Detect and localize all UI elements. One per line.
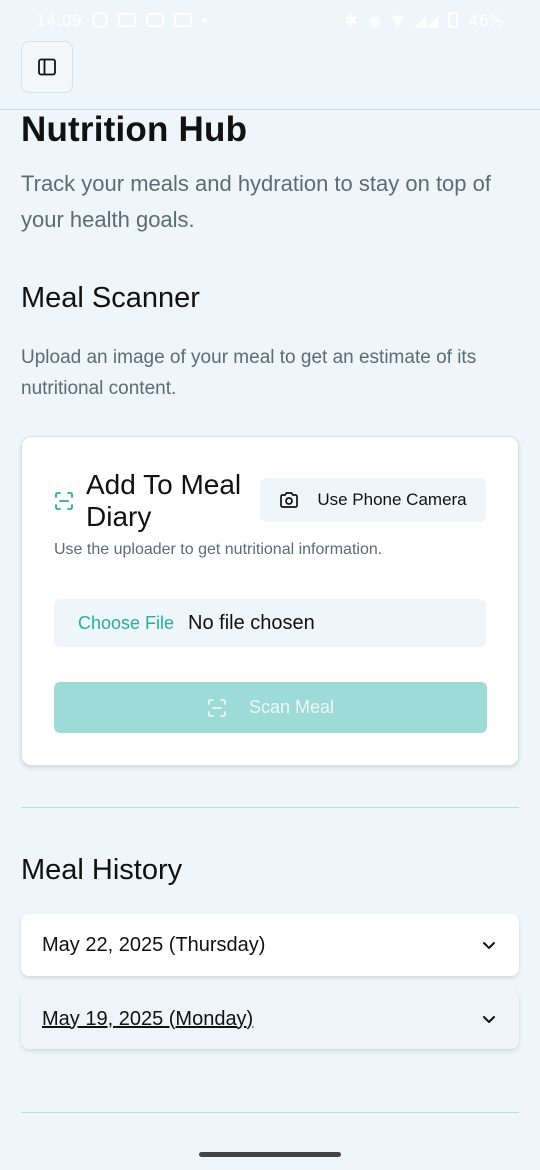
signal-icon: ◢◢ (413, 10, 439, 30)
home-gesture-bar[interactable] (199, 1152, 341, 1157)
youtube-icon (146, 13, 165, 27)
file-status: No file chosen (188, 611, 315, 634)
page-subtitle: Track your meals and hydration to stay o… (21, 171, 491, 232)
card-title: Add To Meal Diary (86, 469, 242, 532)
file-upload-input[interactable]: Choose File No file chosen (54, 599, 486, 647)
scan-meal-label: Scan Meal (248, 697, 335, 717)
status-time: 14:09 (36, 10, 83, 30)
chevron-down-icon (483, 1016, 495, 1023)
meal-scanner-description: Upload an image of your meal to get an e… (21, 347, 477, 399)
section-divider (21, 807, 519, 808)
chevron-down-icon (483, 942, 495, 949)
meal-history-date: May 22, 2025 (Thursday) (42, 933, 266, 956)
meal-scanner-title: Meal Scanner (21, 282, 200, 314)
top-bar (0, 40, 540, 110)
status-bar: 14:09 ✱ ◉ ▼ ◢◢ 46% (0, 0, 540, 40)
more-notifications-icon (202, 17, 208, 23)
meal-history-item[interactable]: May 22, 2025 (Thursday) (21, 914, 519, 976)
gmail-icon (118, 13, 137, 27)
battery-icon (448, 12, 459, 28)
location-icon: ◉ (367, 10, 382, 30)
card-header: Add To Meal Diary (54, 469, 256, 533)
bluetooth-icon: ✱ (344, 10, 358, 30)
whatsapp-icon (92, 12, 109, 28)
card-description: Use the uploader to get nutritional info… (54, 541, 383, 558)
section-divider (21, 1112, 519, 1113)
sidebar-toggle-icon (38, 58, 56, 76)
scan-meal-button[interactable]: Scan Meal (54, 682, 487, 733)
sidebar-toggle-button[interactable] (21, 41, 73, 93)
use-phone-camera-button[interactable]: Use Phone Camera (260, 478, 486, 522)
camera-button-label: Use Phone Camera (317, 490, 467, 509)
youtube-icon (174, 13, 193, 27)
meal-scanner-card: Add To Meal Diary Use Phone Camera Use t… (21, 436, 519, 766)
meal-history-title: Meal History (21, 854, 183, 886)
choose-file-button[interactable]: Choose File (78, 613, 174, 634)
scan-icon (208, 698, 226, 717)
page-title: Nutrition Hub (21, 110, 248, 149)
meal-history-item[interactable]: May 19, 2025 (Monday) (21, 989, 519, 1049)
camera-icon (280, 492, 299, 508)
battery-percent: 46% (468, 10, 504, 30)
meal-history-date: May 19, 2025 (Monday) (42, 1007, 254, 1030)
wifi-icon: ▼ (391, 10, 404, 30)
scan-icon (55, 492, 73, 510)
